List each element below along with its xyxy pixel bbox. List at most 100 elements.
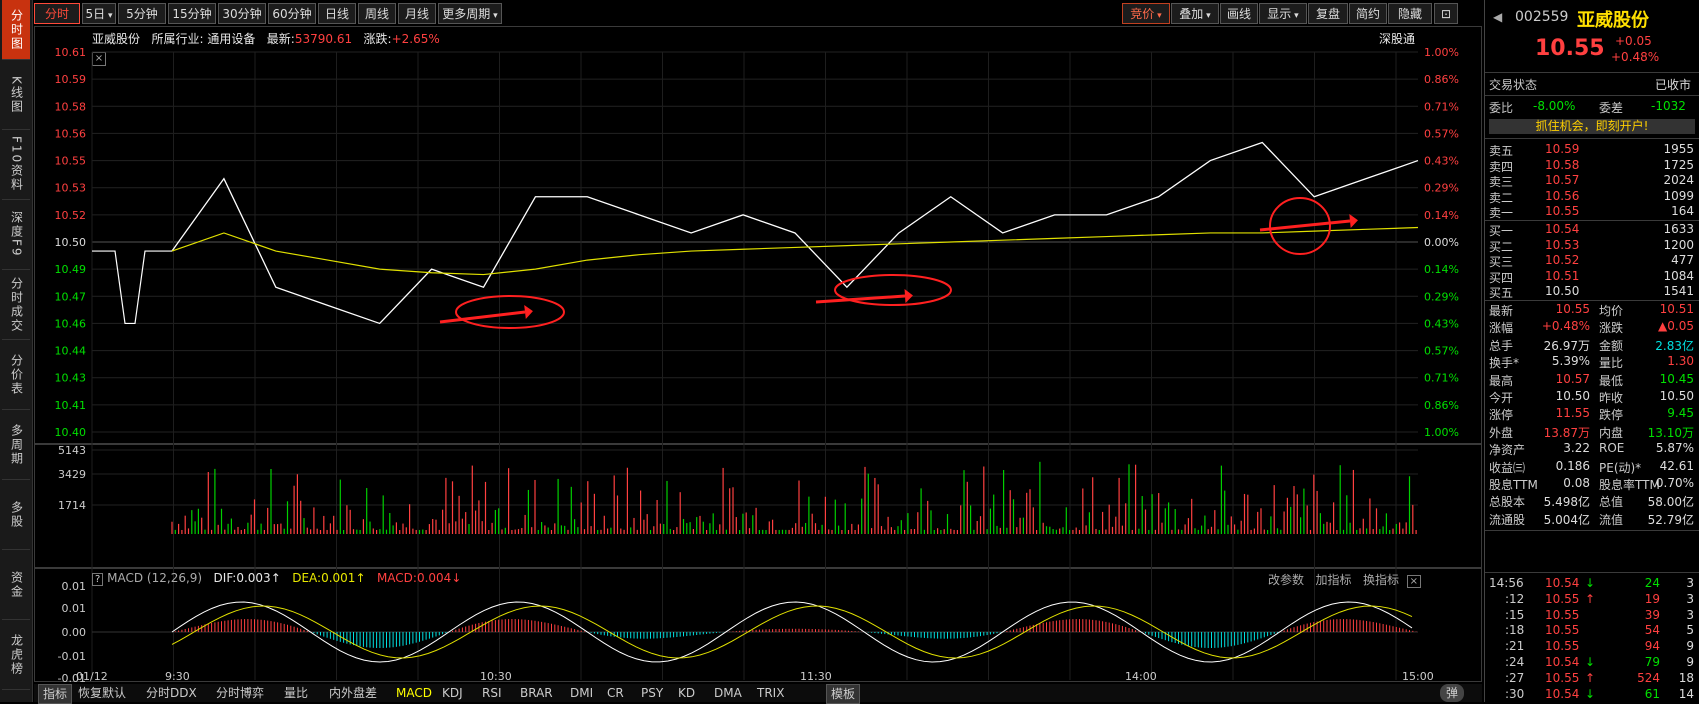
macd-label: MACD (12,26,9) (107, 571, 203, 585)
stat-value: 13.87万 (1543, 425, 1590, 440)
stat-label: 总手 (1489, 338, 1514, 353)
stat-label: 跌停 (1599, 408, 1624, 423)
chart-canvas: 10.61 1.00% 10.59 0.86% 10.58 0.71% 10.56 0.57%… (55, 46, 1459, 685)
tick-volume: 24 (1644, 576, 1660, 590)
indicator-tab-0[interactable]: 指标 (38, 684, 73, 704)
quote-panel: ◀ 002559 亚威股份 10.55 +0.05 +0.48% 交易状态 已收市 委比 -8.0… (1484, 0, 1699, 702)
indicator-tab-7[interactable]: KDJ (442, 684, 463, 702)
pct-tick-label: 0.86% (1424, 399, 1459, 412)
stat-value: ▲0.05 (1658, 319, 1694, 334)
pct-tick-label: 0.57% (1424, 345, 1459, 358)
bid-price: 10.52 (1545, 253, 1580, 267)
tick-price: 10.55 (1545, 607, 1580, 622)
stat-label: 均价 (1599, 304, 1624, 318)
stat-value: 42.61 (1659, 458, 1694, 473)
change-param-button[interactable]: 改参数 (1268, 573, 1304, 587)
stat-value: 10.57 (1555, 371, 1590, 386)
indicator-tab-12[interactable]: PSY (641, 684, 663, 702)
annotation-arrowhead (1349, 214, 1358, 228)
tick-price: 10.54 (1545, 655, 1580, 669)
macd-header: ? MACD (12,26,9) DIF:0.003↑ DEA:0.001↑ M… (92, 571, 461, 586)
ask-label: 卖二 (1489, 190, 1514, 205)
stat-label: 内盘 (1599, 425, 1624, 440)
indicator-tab-2[interactable]: 分时DDX (146, 684, 197, 702)
pct-tick-label: 1.00% (1424, 46, 1459, 59)
bid-label: 买四 (1489, 270, 1514, 285)
pct-tick-label: 0.71% (1424, 372, 1459, 385)
indicator-tab-3[interactable]: 分时博弈 (216, 684, 264, 702)
price-tick-label: 10.40 (55, 426, 87, 439)
tick-time: :15 (1505, 607, 1525, 622)
pct-tick-label: 0.14% (1424, 209, 1459, 222)
volume-tick-label: 5143 (58, 444, 86, 457)
stat-value: 10.51 (1659, 302, 1694, 316)
help-icon[interactable]: ? (92, 573, 104, 586)
pct-tick-label: 0.86% (1424, 73, 1459, 86)
stat-label: 股息TTM (1489, 478, 1538, 492)
tick-count: 9 (1686, 639, 1694, 654)
bid-price: 10.50 (1545, 284, 1580, 298)
indicator-tab-14[interactable]: DMA (714, 684, 742, 702)
weibi-label: 委比 (1489, 101, 1514, 115)
tick-arrow-icon: ↓ (1585, 686, 1596, 701)
tick-price: 10.55 (1545, 670, 1580, 685)
stat-value: 58.00亿 (1647, 495, 1694, 510)
tick-time: :24 (1505, 655, 1525, 669)
collapse-handle-icon[interactable] (1691, 300, 1699, 400)
volume-tick-label: 1714 (58, 499, 86, 512)
price-tick-label: 10.59 (55, 73, 87, 86)
bid-label: 买二 (1489, 239, 1514, 254)
add-indicator-button[interactable]: 加指标 (1315, 573, 1351, 587)
stat-label: 收益㈢ (1489, 460, 1526, 475)
time-tick-label: 9:30 (165, 670, 190, 683)
indicator-tab-15[interactable]: TRIX (757, 684, 784, 702)
indicator-tab-6[interactable]: MACD (396, 684, 432, 702)
indicator-tab-10[interactable]: DMI (570, 684, 593, 702)
popup-button[interactable]: 弹 (1440, 684, 1465, 702)
price-tick-label: 10.56 (55, 127, 87, 140)
ad-banner[interactable]: 抓住机会，即刻开户! (1489, 119, 1695, 134)
bid-volume: 477 (1671, 253, 1694, 267)
stat-value: 11.55 (1555, 406, 1590, 421)
tick-volume: 19 (1644, 591, 1660, 606)
stat-label: PE(动)* (1599, 460, 1642, 475)
indicator-tab-11[interactable]: CR (607, 684, 624, 702)
tick-volume: 54 (1644, 623, 1660, 638)
indicator-tab-5[interactable]: 内外盘差 (329, 684, 377, 702)
stock-code: 002559 (1515, 9, 1569, 25)
close-icon[interactable]: × (1406, 575, 1421, 588)
back-arrow-icon[interactable]: ◀ (1493, 10, 1502, 24)
tick-volume: 79 (1644, 655, 1660, 669)
tick-price: 10.55 (1545, 591, 1580, 606)
indicator-tab-1[interactable]: 恢复默认 (78, 684, 126, 702)
price-tick-label: 10.50 (55, 236, 87, 249)
indicator-tab-13[interactable]: KD (678, 684, 695, 702)
indicator-tab-9[interactable]: BRAR (520, 684, 553, 702)
stat-value: 0.08 (1563, 476, 1590, 490)
price-tick-label: 10.58 (55, 100, 87, 113)
ask-volume: 164 (1671, 204, 1694, 218)
indicator-tab-4[interactable]: 量比 (284, 684, 308, 702)
time-tick-label: 14:00 (1125, 670, 1157, 683)
switch-indicator-button[interactable]: 换指标 (1363, 573, 1399, 587)
tick-count: 14 (1678, 686, 1694, 701)
bid-price: 10.53 (1545, 237, 1580, 252)
pct-tick-label: 0.43% (1424, 317, 1459, 330)
tick-price: 10.54 (1545, 576, 1580, 590)
stat-value: 13.10万 (1647, 425, 1694, 440)
time-tick-label: 11:30 (800, 670, 832, 683)
tick-price: 10.55 (1545, 639, 1580, 654)
bid-price: 10.51 (1545, 268, 1580, 283)
tick-time: :27 (1505, 670, 1525, 685)
price-tick-label: 10.46 (55, 317, 87, 330)
stat-value: +0.48% (1541, 319, 1590, 334)
pct-tick-label: 0.00% (1424, 236, 1459, 249)
time-tick-label: 15:00 (1402, 670, 1434, 683)
indicator-tab-8[interactable]: RSI (482, 684, 502, 702)
annotation-arrowhead (904, 289, 913, 303)
pct-tick-label: 0.71% (1424, 100, 1459, 113)
change-pct: +0.48% (1611, 50, 1660, 64)
indicator-tab-16[interactable]: 模板 (826, 684, 861, 704)
pct-tick-label: 0.29% (1424, 182, 1459, 195)
ask-price: 10.59 (1545, 142, 1580, 156)
